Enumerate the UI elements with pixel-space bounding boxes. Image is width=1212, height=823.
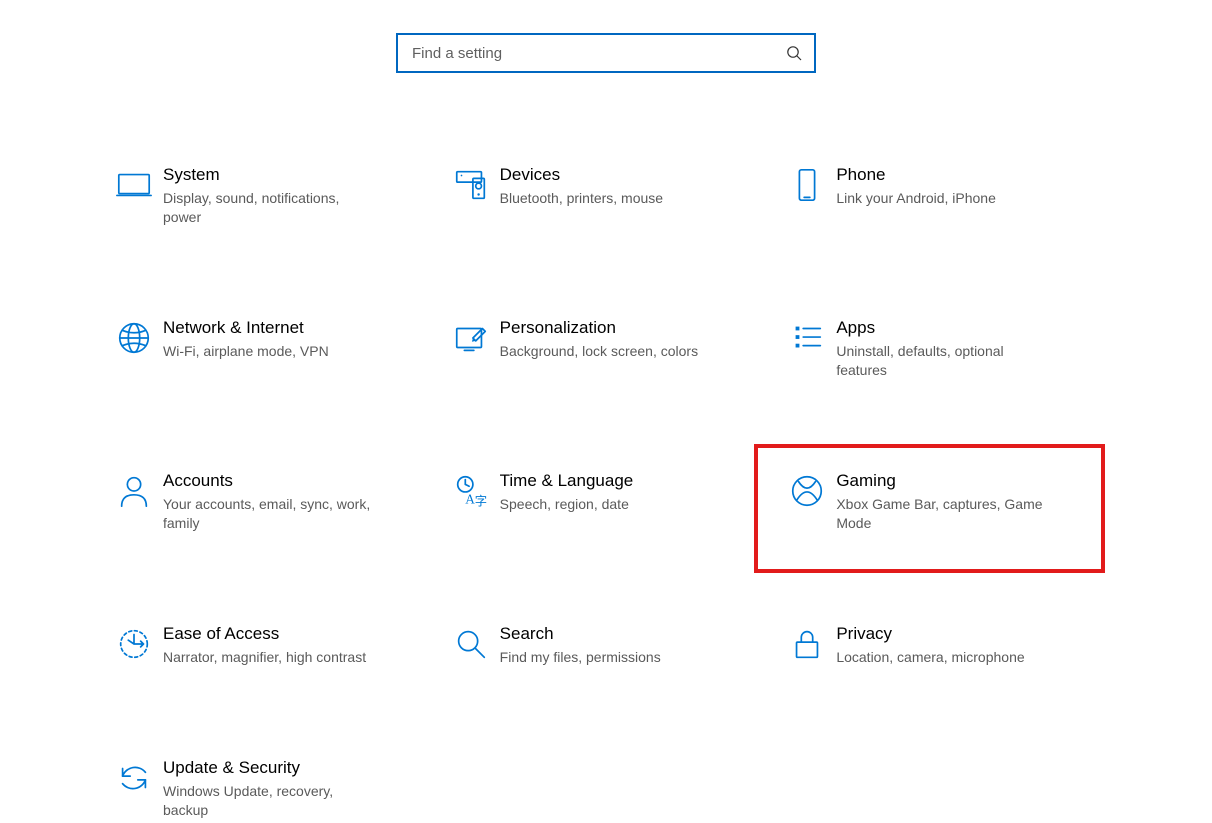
tile-apps[interactable]: Apps Uninstall, defaults, optional featu…	[774, 311, 1111, 384]
tile-title: Apps	[836, 317, 1051, 339]
tile-desc: Wi-Fi, airplane mode, VPN	[163, 342, 329, 361]
tile-desc: Your accounts, email, sync, work, family	[163, 495, 378, 533]
tile-devices[interactable]: Devices Bluetooth, printers, mouse	[438, 158, 775, 231]
apps-icon	[778, 315, 836, 357]
tile-search[interactable]: Search Find my files, permissions	[438, 617, 775, 671]
tile-title: Personalization	[500, 317, 698, 339]
tile-phone[interactable]: Phone Link your Android, iPhone	[774, 158, 1111, 231]
phone-icon	[778, 162, 836, 204]
tile-title: Devices	[500, 164, 663, 186]
tile-desc: Narrator, magnifier, high contrast	[163, 648, 366, 667]
search-cat-icon	[442, 621, 500, 663]
tile-title: Ease of Access	[163, 623, 366, 645]
system-icon	[105, 162, 163, 204]
svg-text:字: 字	[474, 493, 486, 508]
tile-desc: Xbox Game Bar, captures, Game Mode	[836, 495, 1051, 533]
search-box[interactable]	[396, 33, 816, 73]
tile-desc: Uninstall, defaults, optional features	[836, 342, 1051, 380]
search-input[interactable]	[412, 45, 786, 62]
accounts-icon	[105, 468, 163, 510]
tile-title: Gaming	[836, 470, 1051, 492]
tile-desc: Speech, region, date	[500, 495, 634, 514]
tile-desc: Find my files, permissions	[500, 648, 661, 667]
tile-title: Search	[500, 623, 661, 645]
tile-network[interactable]: Network & Internet Wi-Fi, airplane mode,…	[101, 311, 438, 384]
tile-desc: Background, lock screen, colors	[500, 342, 698, 361]
globe-icon	[105, 315, 163, 357]
tile-title: System	[163, 164, 378, 186]
search-icon	[786, 45, 802, 61]
gaming-icon	[778, 468, 836, 510]
time-language-icon: A 字	[442, 468, 500, 510]
svg-text:A: A	[465, 491, 475, 506]
tile-accounts[interactable]: Accounts Your accounts, email, sync, wor…	[101, 464, 438, 537]
update-icon	[105, 755, 163, 797]
tile-privacy[interactable]: Privacy Location, camera, microphone	[774, 617, 1111, 671]
devices-icon	[442, 162, 500, 204]
tile-title: Phone	[836, 164, 996, 186]
settings-grid: System Display, sound, notifications, po…	[101, 158, 1111, 823]
tile-personalization[interactable]: Personalization Background, lock screen,…	[438, 311, 775, 384]
tile-title: Privacy	[836, 623, 1024, 645]
tile-desc: Bluetooth, printers, mouse	[500, 189, 663, 208]
privacy-icon	[778, 621, 836, 663]
tile-desc: Link your Android, iPhone	[836, 189, 996, 208]
tile-desc: Location, camera, microphone	[836, 648, 1024, 667]
tile-title: Accounts	[163, 470, 378, 492]
tile-desc: Display, sound, notifications, power	[163, 189, 378, 227]
tile-desc: Windows Update, recovery, backup	[163, 782, 378, 820]
tile-gaming[interactable]: Gaming Xbox Game Bar, captures, Game Mod…	[774, 464, 1111, 537]
tile-title: Network & Internet	[163, 317, 329, 339]
personalization-icon	[442, 315, 500, 357]
tile-system[interactable]: System Display, sound, notifications, po…	[101, 158, 438, 231]
tile-title: Time & Language	[500, 470, 634, 492]
tile-update-security[interactable]: Update & Security Windows Update, recove…	[101, 751, 438, 823]
tile-time-language[interactable]: A 字 Time & Language Speech, region, date	[438, 464, 775, 537]
ease-of-access-icon	[105, 621, 163, 663]
tile-ease-of-access[interactable]: Ease of Access Narrator, magnifier, high…	[101, 617, 438, 671]
tile-title: Update & Security	[163, 757, 378, 779]
